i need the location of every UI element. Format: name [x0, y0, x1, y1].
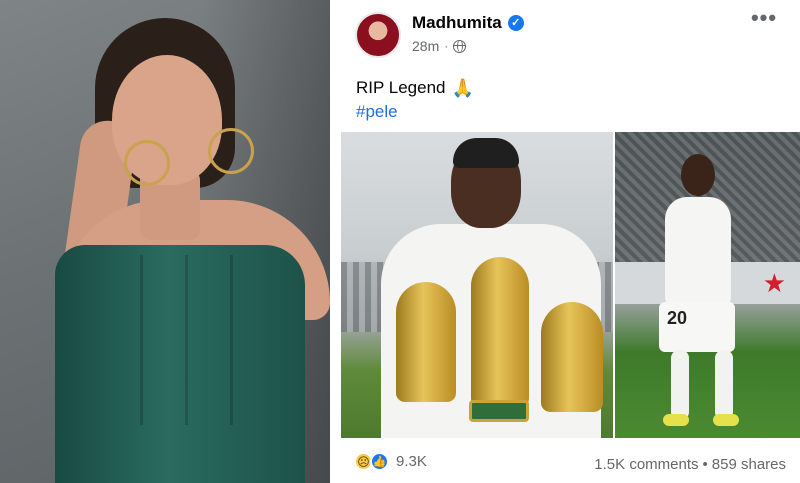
post-time[interactable]: 28m — [412, 38, 439, 54]
white-jersey — [665, 197, 731, 307]
earring-right — [208, 128, 254, 174]
world-cup-trophy — [396, 282, 456, 402]
caption-line: RIP Legend 🙏 — [356, 76, 474, 100]
dress-seam — [230, 255, 233, 425]
caption: RIP Legend — [356, 78, 446, 97]
dress-seam — [140, 255, 143, 425]
hair — [453, 138, 519, 168]
like-reaction-icon: 👍 — [370, 452, 389, 471]
verified-badge-icon: ✓ — [507, 15, 524, 31]
engagement-separator: • — [702, 456, 708, 473]
reactions-summary[interactable]: ☹ 👍 9.3K — [354, 452, 427, 471]
shirt-number: 20 — [667, 308, 688, 328]
player-head — [681, 154, 715, 196]
meta-separator: · — [444, 39, 449, 53]
football-boot — [663, 414, 689, 426]
trophy-base — [469, 400, 529, 422]
hashtag-link[interactable]: #pele — [356, 100, 474, 124]
football-boot — [713, 414, 739, 426]
world-cup-trophy — [541, 302, 603, 412]
world-cup-trophy — [471, 257, 529, 407]
author-row: Madhumita ✓ — [412, 12, 524, 34]
reaction-count: 9.3K — [396, 453, 427, 470]
dress-seam — [185, 255, 188, 425]
engagement-summary: 1.5K comments • 859 shares — [594, 456, 786, 473]
green-dress — [55, 245, 305, 483]
post-header: Madhumita ✓ 28m · ••• — [330, 0, 800, 60]
player-leg — [715, 350, 733, 420]
post-photo-trophies[interactable] — [341, 132, 613, 438]
more-options-button[interactable]: ••• — [746, 7, 782, 34]
comments-count[interactable]: 1.5K comments — [594, 456, 698, 473]
portrait-photo — [0, 0, 330, 483]
post-meta: 28m · — [412, 38, 467, 54]
facebook-post: Madhumita ✓ 28m · ••• RIP Legend 🙏 #pele… — [330, 0, 800, 483]
shares-count[interactable]: 859 shares — [712, 456, 786, 473]
star-icon: ★ — [762, 268, 786, 298]
earring-left — [124, 140, 170, 186]
post-photo-player[interactable]: ★ 20 — [615, 132, 800, 438]
player-leg — [671, 350, 689, 420]
praying-hands-icon: 🙏 — [451, 78, 474, 98]
globe-icon — [453, 39, 467, 53]
post-text: RIP Legend 🙏 #pele — [356, 76, 474, 124]
avatar[interactable] — [355, 12, 401, 58]
author-name[interactable]: Madhumita — [412, 13, 502, 33]
